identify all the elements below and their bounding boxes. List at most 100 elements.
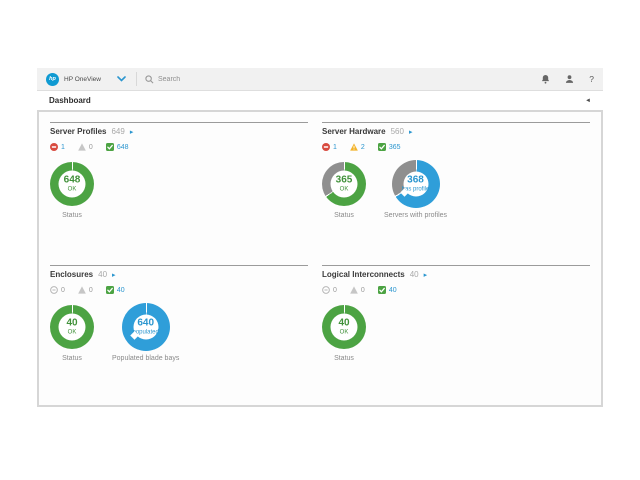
donut-ring[interactable]: 40 OK — [50, 305, 94, 349]
panel-title[interactable]: Enclosures — [50, 270, 93, 279]
critical-icon — [322, 286, 330, 294]
donut-ring[interactable]: 640 populated — [122, 303, 170, 351]
notifications-bell-icon[interactable] — [541, 74, 550, 84]
hp-oneview-window: hp HP OneView ? Dashboard ◄ Server Profi… — [37, 68, 603, 407]
donut-label: OK — [68, 187, 77, 193]
status-donut-chart[interactable]: 40 OK Status — [322, 303, 366, 362]
panel-title[interactable]: Logical Interconnects — [322, 270, 405, 279]
status-summary: 1 2 365 — [322, 143, 590, 151]
page-title: Dashboard — [49, 96, 91, 105]
donut-ring[interactable]: 40 OK — [322, 305, 366, 349]
ok-status-item[interactable]: 648 — [106, 143, 129, 151]
donut-center: 648 OK — [59, 171, 86, 198]
donut-value: 365 — [336, 176, 353, 186]
panel-count[interactable]: 560 — [391, 127, 404, 136]
donut-value: 40 — [338, 319, 349, 329]
profiles-donut-chart[interactable]: 368 has profile Servers with profiles — [384, 160, 447, 219]
chart-caption: Status — [334, 355, 354, 362]
status-summary: 1 0 648 — [50, 143, 308, 151]
ok-status-item[interactable]: 40 — [106, 286, 125, 294]
panel-server-profiles: Server Profiles 649 ▸ 1 0 648 — [50, 122, 308, 265]
page-header: Dashboard ◄ — [37, 91, 603, 110]
help-icon[interactable]: ? — [589, 74, 594, 84]
panel-header[interactable]: Logical Interconnects 40 ▸ — [322, 270, 590, 279]
panel-header[interactable]: Enclosures 40 ▸ — [50, 270, 308, 279]
chevron-down-icon[interactable] — [117, 75, 126, 83]
donut-value: 368 — [407, 176, 424, 186]
critical-icon — [50, 143, 58, 151]
search-bar — [145, 75, 541, 84]
ok-count[interactable]: 365 — [389, 144, 401, 151]
donut-ring[interactable]: 368 has profile — [392, 160, 440, 208]
warning-count[interactable]: 0 — [361, 287, 365, 294]
chart-caption: Servers with profiles — [384, 212, 447, 219]
ok-status-item[interactable]: 40 — [378, 286, 397, 294]
search-input[interactable] — [158, 76, 358, 83]
panel-link-arrow-icon[interactable]: ▸ — [112, 271, 116, 279]
ok-status-item[interactable]: 365 — [378, 143, 401, 151]
donut-center: 368 has profile — [403, 172, 428, 197]
search-icon — [145, 75, 154, 84]
donut-label: OK — [68, 330, 77, 336]
warning-icon — [350, 286, 358, 294]
ok-count[interactable]: 40 — [389, 287, 397, 294]
status-summary: 0 0 40 — [50, 286, 308, 294]
critical-status-item[interactable]: 1 — [50, 143, 65, 151]
warning-count[interactable]: 0 — [89, 144, 93, 151]
panel-server-hardware: Server Hardware 560 ▸ 1 2 365 — [322, 122, 590, 265]
critical-status-item[interactable]: 1 — [322, 143, 337, 151]
critical-count[interactable]: 0 — [333, 287, 337, 294]
panel-enclosures: Enclosures 40 ▸ 0 0 40 — [50, 265, 308, 405]
donut-center: 40 OK — [331, 314, 358, 341]
donut-ring[interactable]: 365 OK — [322, 162, 366, 206]
chart-caption: Status — [334, 212, 354, 219]
dashboard-content: Server Profiles 649 ▸ 1 0 648 — [37, 110, 603, 407]
warning-count[interactable]: 2 — [361, 144, 365, 151]
warning-icon — [78, 286, 86, 294]
status-donut-chart[interactable]: 365 OK Status — [322, 160, 366, 219]
warning-status-item[interactable]: 0 — [78, 286, 93, 294]
collapse-panel-icon[interactable]: ◄ — [585, 98, 591, 104]
blade-bays-donut-chart[interactable]: 640 populated Populated blade bays — [112, 303, 179, 362]
panel-count[interactable]: 40 — [98, 270, 107, 279]
panel-title[interactable]: Server Hardware — [322, 127, 386, 136]
status-donut-chart[interactable]: 40 OK Status — [50, 303, 94, 362]
ok-count[interactable]: 40 — [117, 287, 125, 294]
panel-logical-interconnects: Logical Interconnects 40 ▸ 0 0 40 — [322, 265, 590, 405]
critical-count[interactable]: 0 — [61, 287, 65, 294]
panel-link-arrow-icon[interactable]: ▸ — [130, 128, 134, 136]
panel-header[interactable]: Server Hardware 560 ▸ — [322, 127, 590, 136]
warning-status-item[interactable]: 2 — [350, 143, 365, 151]
donut-value: 640 — [137, 319, 154, 329]
donut-value: 648 — [64, 176, 81, 186]
ok-check-icon — [106, 143, 114, 151]
donut-center: 365 OK — [331, 171, 358, 198]
warning-status-item[interactable]: 0 — [78, 143, 93, 151]
critical-count[interactable]: 1 — [61, 144, 65, 151]
donut-label: OK — [340, 330, 349, 336]
critical-status-item[interactable]: 0 — [50, 286, 65, 294]
panel-link-arrow-icon[interactable]: ▸ — [424, 271, 428, 279]
status-donut-chart[interactable]: 648 OK Status — [50, 160, 94, 219]
ok-count[interactable]: 648 — [117, 144, 129, 151]
user-account-icon[interactable] — [565, 74, 574, 84]
hp-logo-icon[interactable]: hp — [46, 73, 59, 86]
donut-ring[interactable]: 648 OK — [50, 162, 94, 206]
panel-link-arrow-icon[interactable]: ▸ — [409, 128, 413, 136]
ok-check-icon — [378, 143, 386, 151]
panel-count[interactable]: 40 — [410, 270, 419, 279]
panel-count[interactable]: 649 — [111, 127, 124, 136]
chart-caption: Status — [62, 212, 82, 219]
donut-value: 40 — [66, 319, 77, 329]
panel-header[interactable]: Server Profiles 649 ▸ — [50, 127, 308, 136]
critical-status-item[interactable]: 0 — [322, 286, 337, 294]
divider — [136, 72, 137, 86]
warning-status-item[interactable]: 0 — [350, 286, 365, 294]
warning-icon — [350, 143, 358, 151]
critical-icon — [322, 143, 330, 151]
donut-center: 40 OK — [59, 314, 86, 341]
warning-count[interactable]: 0 — [89, 287, 93, 294]
critical-count[interactable]: 1 — [333, 144, 337, 151]
panel-title[interactable]: Server Profiles — [50, 127, 106, 136]
brand-label: HP OneView — [64, 76, 101, 83]
